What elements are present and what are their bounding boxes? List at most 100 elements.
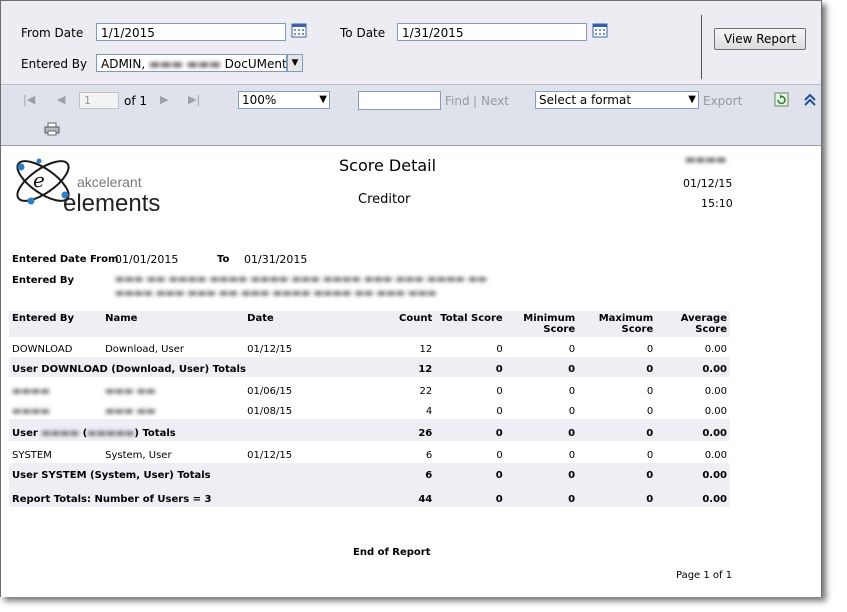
- from-date-input[interactable]: 1/1/2015: [96, 23, 286, 41]
- cell-avg-score: 0.00: [704, 344, 727, 355]
- cell-entered-by: DOWNLOAD: [12, 344, 73, 355]
- cell-avg-score: 0.00: [704, 386, 727, 397]
- table-header-row: Entered By Name Date Count Total Score M…: [9, 311, 730, 337]
- export-format-select[interactable]: Select a format ▼: [535, 91, 699, 109]
- cell-min-score: 0: [568, 386, 576, 397]
- cell-min-score: 0: [505, 483, 579, 507]
- report-totals-row: Report Totals: Number of Users = 3 44 0 …: [9, 483, 730, 507]
- akcelerant-elements-logo: e akcelerant elements: [16, 158, 160, 213]
- cell-avg-score: 0.00: [656, 357, 730, 377]
- entered-date-from-label: Entered Date From: [12, 254, 119, 265]
- col-name: Name: [102, 311, 245, 337]
- cell-name: Download, User: [105, 344, 184, 355]
- cell-max-score: 0: [646, 344, 654, 355]
- col-min-line1: Minimum: [523, 313, 576, 324]
- col-avg-line1: Average: [680, 313, 727, 324]
- to-date-calendar-icon[interactable]: [592, 22, 608, 38]
- from-date-calendar-icon[interactable]: [291, 22, 307, 38]
- entered-by-suffix: DocUMento: [224, 57, 287, 71]
- view-report-button[interactable]: View Report: [714, 28, 806, 50]
- cell-entered-by-redacted: ▬▬▬▬: [12, 386, 50, 397]
- cell-min-score: 0: [568, 450, 576, 461]
- cell-count: 12: [419, 344, 433, 355]
- cell-name-redacted: ▬▬▬ ▬▬: [105, 386, 156, 397]
- entered-by-dropdown-chevron-icon[interactable]: ▼: [287, 54, 303, 72]
- last-page-icon[interactable]: ▶|: [188, 93, 200, 106]
- next-link[interactable]: Next: [481, 94, 509, 108]
- refresh-icon[interactable]: [774, 92, 789, 107]
- previous-page-icon[interactable]: ◀: [57, 93, 65, 106]
- page-number-input[interactable]: 1: [79, 92, 119, 109]
- cell-date: 01/12/15: [247, 450, 293, 461]
- export-link[interactable]: Export: [703, 94, 742, 108]
- col-average-score: Average Score: [656, 311, 730, 337]
- find-link[interactable]: Find: [445, 94, 470, 108]
- report-toolbar: |◀ ◀ 1 of 1 ▶ ▶| 100% ▼ Find | Next Sele…: [1, 85, 821, 146]
- cell-name: System, User: [105, 450, 172, 461]
- cell-total-score: 0: [496, 386, 503, 397]
- to-value: 01/31/2015: [244, 253, 308, 266]
- report-page: e akcelerant elements Score Detail Credi…: [1, 147, 821, 597]
- cell-date: 01/12/15: [247, 344, 293, 355]
- cell-min-score: 0: [568, 344, 576, 355]
- totals-label-prefix: User: [12, 428, 38, 439]
- totals-label: User DOWNLOAD (Download, User) Totals: [9, 357, 363, 377]
- collapse-parameters-icon[interactable]: [804, 93, 816, 107]
- table-row: SYSTEM System, User 01/12/15 6 0 0 0 0.0…: [9, 441, 730, 463]
- logo-e-glyph: e: [33, 168, 45, 192]
- cell-count: 26: [362, 419, 436, 441]
- col-avg-line2: Score: [695, 324, 727, 335]
- to-date-input[interactable]: 1/31/2015: [397, 23, 587, 41]
- user-totals-row: User SYSTEM (System, User) Totals 6 0 0 …: [9, 463, 730, 483]
- zoom-chevron-down-icon: ▼: [319, 94, 327, 105]
- redacted-name: ▬▬▬ ▬▬▬: [148, 57, 221, 71]
- cell-avg-score: 0.00: [656, 419, 730, 441]
- totals-label: Report Totals: Number of Users = 3: [9, 483, 363, 507]
- end-of-report: End of Report: [353, 547, 431, 558]
- find-separator: |: [473, 94, 478, 108]
- cell-max-score: 0: [578, 357, 657, 377]
- entered-by-select[interactable]: ADMIN, ▬▬▬ ▬▬▬ DocUMento: [96, 54, 287, 72]
- entered-date-from-value: 01/01/2015: [115, 253, 179, 266]
- cell-max-score: 0: [646, 406, 654, 417]
- col-maximum-score: Maximum Score: [578, 311, 657, 337]
- redacted-user-name: ▬▬▬▬▬: [87, 428, 135, 439]
- cell-count: 6: [425, 450, 433, 461]
- format-chevron-down-icon: ▼: [688, 94, 696, 105]
- cell-total-score: 0: [496, 450, 503, 461]
- col-total-score: Total Score: [435, 311, 506, 337]
- user-totals-row: User ▬▬▬▬ (▬▬▬▬▬) Totals 26 0 0 0 0.00: [9, 419, 730, 441]
- cell-min-score: 0: [568, 406, 576, 417]
- cell-avg-score: 0.00: [656, 463, 730, 483]
- first-page-icon[interactable]: |◀: [23, 93, 35, 106]
- cell-count: 22: [419, 386, 433, 397]
- entered-by-prefix: ADMIN,: [101, 57, 146, 71]
- next-page-icon[interactable]: ▶: [160, 93, 168, 106]
- cell-name-redacted: ▬▬▬ ▬▬: [105, 406, 156, 417]
- cell-count: 44: [362, 483, 436, 507]
- cell-total-score: 0: [435, 463, 506, 483]
- cell-min-score: 0: [505, 419, 579, 441]
- cell-count: 12: [362, 357, 436, 377]
- totals-label: User ▬▬▬▬ (▬▬▬▬▬) Totals: [9, 419, 363, 441]
- zoom-value: 100%: [242, 93, 277, 107]
- cell-max-score: 0: [646, 450, 654, 461]
- cell-count: 4: [425, 406, 433, 417]
- print-icon[interactable]: [44, 122, 60, 136]
- panel-divider: [701, 15, 702, 79]
- redacted-user-list-line-1: ▬▬▬ ▬▬ ▬▬▬▬ ▬▬▬▬ ▬▬▬▬ ▬▬▬ ▬▬▬▬ ▬▬▬ ▬▬▬ ▬…: [115, 274, 487, 285]
- zoom-select[interactable]: 100% ▼: [238, 91, 330, 109]
- find-input[interactable]: [358, 91, 441, 110]
- redacted-user: ▬▬▬▬: [685, 153, 727, 166]
- entered-by-filter-label: Entered By: [12, 275, 75, 286]
- page-footer: Page 1 of 1: [676, 570, 733, 581]
- col-date: Date: [244, 311, 363, 337]
- cell-max-score: 0: [646, 386, 654, 397]
- to-label: To: [217, 254, 230, 265]
- cell-avg-score: 0.00: [704, 450, 727, 461]
- cell-max-score: 0: [578, 463, 657, 483]
- col-minimum-score: Minimum Score: [505, 311, 579, 337]
- parameter-panel: From Date 1/1/2015 To Date 1/31/2015 Ent…: [1, 1, 821, 85]
- cell-entered-by: SYSTEM: [12, 450, 52, 461]
- logo-text-top: akcelerant: [77, 174, 142, 190]
